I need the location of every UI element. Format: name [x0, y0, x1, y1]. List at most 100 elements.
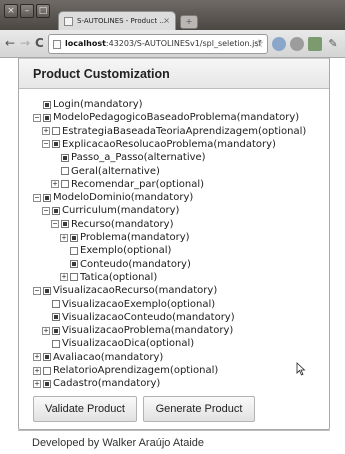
- expand-icon[interactable]: +: [33, 379, 41, 388]
- collapse-icon[interactable]: −: [33, 193, 41, 202]
- expand-icon[interactable]: +: [33, 353, 41, 362]
- tree-node: VisualizacaoExemplo(optional): [42, 298, 215, 311]
- feature-label[interactable]: Geral(alternative): [71, 165, 160, 178]
- tree-node: VisualizacaoConteudo(mandatory): [42, 311, 235, 324]
- feature-label[interactable]: Recomendar_par(optional): [71, 178, 204, 191]
- feature-checkbox[interactable]: [70, 260, 78, 269]
- tree-node: + RelatorioAprendizagem(optional): [33, 364, 218, 377]
- page-content: Product Customization Login(mandatory) − M…: [18, 58, 330, 454]
- forward-button[interactable]: →: [20, 36, 30, 50]
- mouse-cursor-icon: [296, 362, 306, 376]
- feature-checkbox[interactable]: [61, 167, 69, 175]
- feature-checkbox[interactable]: [52, 326, 60, 335]
- feature-label[interactable]: Problema(mandatory): [80, 231, 190, 244]
- address-bar[interactable]: localhost:43203/S-AUTOLINESv1/spl_seleti…: [48, 34, 268, 54]
- minimize-window-button[interactable]: –: [20, 4, 34, 18]
- feature-checkbox[interactable]: [52, 313, 60, 322]
- tree-node: Geral(alternative): [51, 165, 160, 178]
- tab-close-icon[interactable]: ×: [163, 12, 170, 30]
- tree-node: − Recurso(mandatory): [51, 218, 173, 231]
- collapse-icon[interactable]: −: [42, 140, 50, 149]
- feature-label[interactable]: VisualizacaoDica(optional): [62, 337, 194, 350]
- feature-label[interactable]: VisualizacaoRecurso(mandatory): [53, 284, 217, 297]
- feature-label[interactable]: ModeloPedagogicoBaseadoProblema(mandator…: [53, 111, 299, 124]
- feature-checkbox[interactable]: [61, 153, 69, 162]
- browser-tab[interactable]: S-AUTOLINES - Product ... ×: [58, 11, 176, 31]
- feature-checkbox[interactable]: [70, 273, 78, 282]
- expand-icon[interactable]: +: [42, 326, 50, 335]
- extension-icon[interactable]: [272, 37, 286, 51]
- feature-checkbox[interactable]: [43, 353, 51, 362]
- collapse-icon[interactable]: −: [33, 113, 41, 122]
- collapse-icon[interactable]: −: [33, 286, 41, 295]
- feature-label[interactable]: VisualizacaoConteudo(mandatory): [62, 311, 235, 324]
- reload-button[interactable]: C: [35, 36, 44, 50]
- feature-checkbox[interactable]: [70, 246, 78, 255]
- tree-node: Conteudo(mandatory): [60, 258, 191, 271]
- expand-icon[interactable]: +: [42, 127, 50, 136]
- feature-checkbox[interactable]: [43, 379, 51, 388]
- extension-icon[interactable]: [290, 37, 304, 51]
- feature-label[interactable]: Passo_a_Passo(alternative): [71, 151, 206, 164]
- panel-title: Product Customization: [19, 58, 329, 89]
- maximize-window-button[interactable]: □: [36, 4, 50, 18]
- tree-node: Login(mandatory): [33, 98, 143, 111]
- tree-node: + VisualizacaoProblema(mandatory): [42, 324, 233, 337]
- generate-product-button[interactable]: Generate Product: [143, 396, 255, 422]
- feature-checkbox[interactable]: [52, 206, 60, 215]
- feature-checkbox[interactable]: [70, 233, 78, 242]
- tree-node: Passo_a_Passo(alternative): [51, 151, 206, 164]
- feature-label[interactable]: Avaliacao(mandatory): [53, 351, 163, 364]
- feature-label[interactable]: EstrategiaBaseadaTeoriaAprendizagem(opti…: [62, 125, 306, 138]
- collapse-icon[interactable]: −: [42, 206, 50, 215]
- wrench-menu-icon[interactable]: ✎: [326, 37, 340, 51]
- page-icon: [64, 17, 73, 26]
- new-tab-button[interactable]: +: [180, 15, 198, 29]
- feature-tree: Login(mandatory) − ModeloPedagogicoBaseado…: [19, 98, 329, 398]
- feature-checkbox[interactable]: [43, 366, 51, 375]
- validate-product-button[interactable]: Validate Product: [33, 396, 137, 422]
- feature-label[interactable]: ExplicacaoResolucaoProblema(mandatory): [62, 138, 276, 151]
- feature-checkbox[interactable]: [52, 127, 60, 136]
- expand-icon[interactable]: +: [60, 273, 68, 282]
- feature-label[interactable]: RelatorioAprendizagem(optional): [53, 364, 218, 377]
- expand-icon[interactable]: +: [51, 180, 59, 189]
- feature-checkbox[interactable]: [43, 100, 51, 109]
- feature-label[interactable]: VisualizacaoProblema(mandatory): [62, 324, 233, 337]
- bookmark-star-icon[interactable]: ☆: [254, 35, 264, 53]
- expand-icon[interactable]: +: [33, 366, 41, 375]
- tree-node: − VisualizacaoRecurso(mandatory): [33, 284, 217, 297]
- feature-label[interactable]: Curriculum(mandatory): [62, 204, 179, 217]
- product-customization-panel: Product Customization Login(mandatory) − M…: [18, 58, 330, 430]
- feature-checkbox[interactable]: [43, 286, 51, 295]
- tree-node: − ModeloDominio(mandatory): [33, 191, 193, 204]
- expand-icon[interactable]: +: [60, 233, 68, 242]
- tree-node: − ExplicacaoResolucaoProblema(mandatory): [42, 138, 276, 151]
- feature-checkbox[interactable]: [43, 113, 51, 122]
- close-window-button[interactable]: ×: [4, 4, 18, 18]
- feature-checkbox[interactable]: [61, 180, 69, 189]
- feature-label[interactable]: Cadastro(mandatory): [53, 377, 160, 390]
- feature-checkbox[interactable]: [52, 300, 60, 308]
- feature-label[interactable]: Recurso(mandatory): [71, 218, 173, 231]
- tree-node: VisualizacaoDica(optional): [42, 337, 194, 350]
- feature-checkbox[interactable]: [52, 339, 60, 348]
- feature-checkbox[interactable]: [43, 193, 51, 202]
- action-buttons: Validate Product Generate Product: [19, 396, 329, 426]
- tree-node: + Tatica(optional): [60, 271, 157, 284]
- feature-checkbox[interactable]: [52, 140, 60, 149]
- tree-node: + Recomendar_par(optional): [51, 178, 204, 191]
- feature-label[interactable]: Exemplo(optional): [80, 244, 171, 257]
- extension-icon[interactable]: [308, 37, 322, 51]
- tree-node: − ModeloPedagogicoBaseadoProblema(mandato…: [33, 111, 299, 124]
- collapse-icon[interactable]: −: [51, 220, 59, 229]
- feature-label[interactable]: ModeloDominio(mandatory): [53, 191, 193, 204]
- feature-label[interactable]: VisualizacaoExemplo(optional): [62, 298, 215, 311]
- feature-label[interactable]: Tatica(optional): [80, 271, 157, 284]
- feature-label[interactable]: Login(mandatory): [53, 98, 143, 111]
- feature-checkbox[interactable]: [61, 220, 69, 229]
- tab-title: S-AUTOLINES - Product ...: [77, 17, 167, 25]
- feature-label[interactable]: Conteudo(mandatory): [80, 258, 191, 271]
- tree-node: − Curriculum(mandatory): [42, 204, 179, 217]
- back-button[interactable]: ←: [5, 36, 15, 50]
